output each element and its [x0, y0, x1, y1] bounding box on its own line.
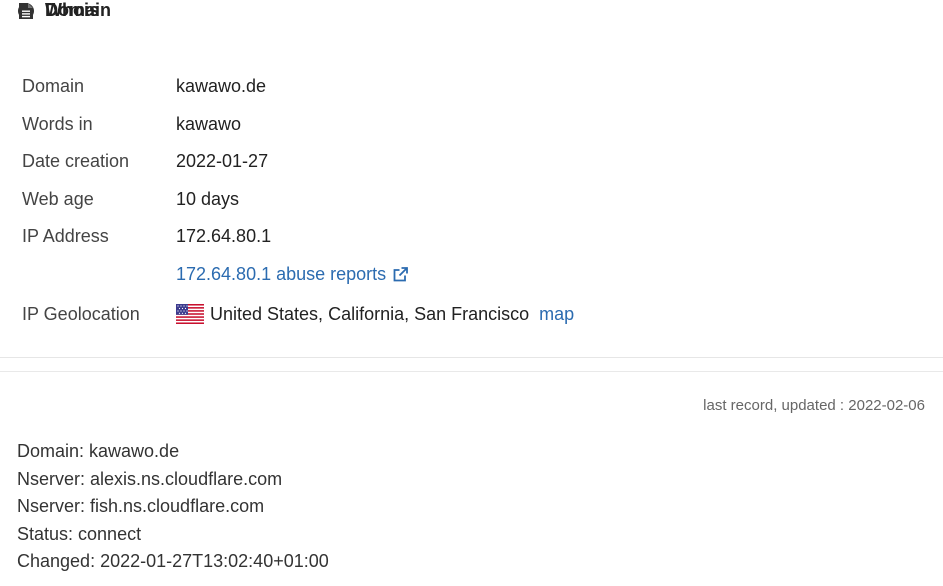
row-words-in: Words in kawawo — [22, 106, 574, 144]
abuse-reports-wrapper: 172.64.80.1 abuse reports — [176, 264, 409, 285]
external-link-icon[interactable] — [392, 266, 409, 283]
us-flag-icon — [176, 304, 204, 324]
row-ip-address: IP Address 172.64.80.1 — [22, 218, 574, 256]
date-creation-value: 2022-01-27 — [176, 151, 269, 172]
map-link[interactable]: map — [539, 304, 574, 325]
words-in-value: kawawo — [176, 113, 242, 134]
row-ip-geolocation: IP Geolocation United States, California… — [22, 293, 574, 335]
web-age-label: Web age — [22, 188, 94, 209]
row-date-creation: Date creation 2022-01-27 — [22, 143, 574, 181]
date-creation-label: Date creation — [22, 151, 130, 172]
web-age-value: 10 days — [176, 188, 240, 209]
whois-section-title: Whois — [45, 0, 99, 20]
whois-record: Domain: kawawo.de Nserver: alexis.ns.clo… — [17, 440, 329, 578]
domain-label: Domain — [22, 76, 85, 97]
row-web-age: Web age 10 days — [22, 181, 574, 219]
document-icon — [17, 2, 35, 20]
whois-line-nserver-2: Nserver: fish.ns.cloudflare.com — [17, 496, 265, 516]
row-abuse-reports: 172.64.80.1 abuse reports — [22, 256, 574, 294]
abuse-reports-link[interactable]: 172.64.80.1 abuse reports — [176, 264, 386, 285]
ip-address-label: IP Address — [22, 226, 109, 247]
geolocation-text: United States, California, San Francisco — [210, 303, 530, 324]
row-domain: Domain kawawo.de — [22, 68, 574, 106]
ip-address-link[interactable]: 172.64.80.1 — [176, 226, 271, 247]
section-divider — [0, 358, 943, 372]
whois-header: Whois — [17, 0, 99, 21]
ip-geolocation-label: IP Geolocation — [22, 303, 140, 324]
whois-line-status: Status: connect — [17, 523, 142, 544]
whois-line-domain: Domain: kawawo.de — [17, 441, 180, 461]
whois-line-changed: Changed: 2022-01-27T13:02:40+01:00 — [17, 551, 329, 571]
domain-value: kawawo.de — [176, 76, 267, 97]
whois-line-nserver-1: Nserver: alexis.ns.cloudflare.com — [17, 468, 283, 489]
domain-info-table: Domain kawawo.de Words in kawawo Date cr… — [22, 68, 574, 335]
whois-updated-text: last record, updated : 2022-02-06 — [703, 397, 925, 414]
words-in-label: Words in — [22, 113, 93, 134]
ip-geolocation-value: United States, California, San Francisco… — [176, 304, 574, 325]
